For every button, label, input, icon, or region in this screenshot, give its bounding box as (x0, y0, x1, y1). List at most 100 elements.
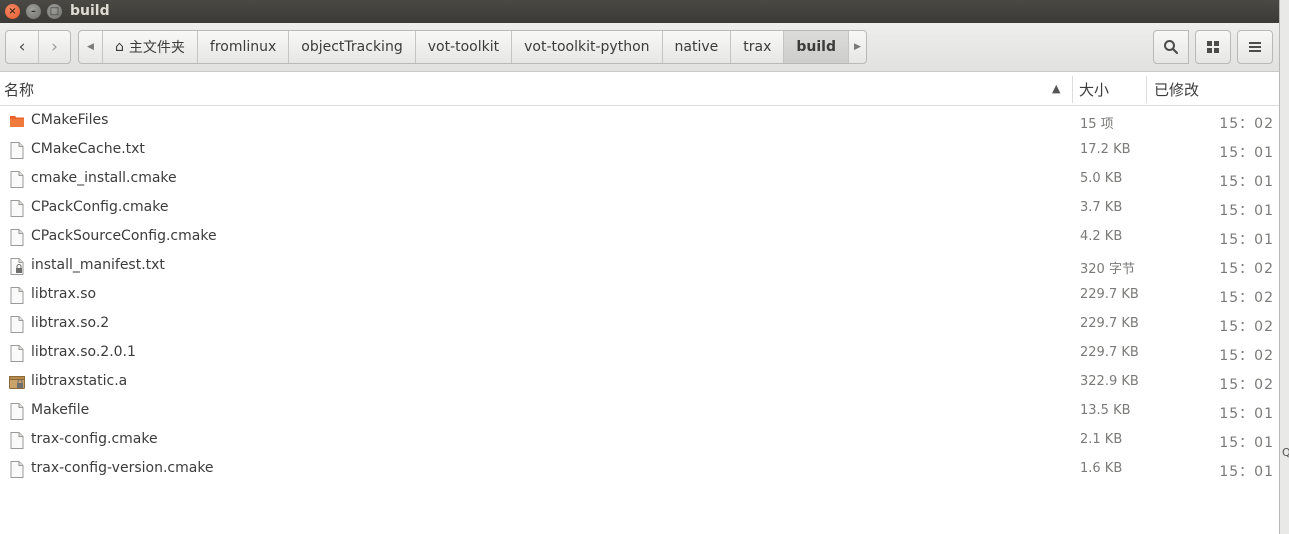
list-item[interactable]: libtrax.so.2 229.7 KB 15：02 (0, 309, 1280, 338)
minimize-button[interactable]: – (26, 4, 41, 19)
list-item[interactable]: libtrax.so 229.7 KB 15：02 (0, 280, 1280, 309)
window-title: build (70, 3, 110, 19)
view-toggle-button[interactable] (1195, 30, 1231, 64)
path-scroll-right-button[interactable]: ▶ (847, 31, 866, 63)
column-header-modified[interactable]: 已修改 (1154, 73, 1199, 106)
chevron-right-icon: ▶ (854, 42, 861, 52)
file-name: install_manifest.txt (31, 257, 165, 273)
view-grid-icon (1207, 41, 1219, 53)
list-item[interactable]: CPackSourceConfig.cmake 4.2 KB 15：01 (0, 222, 1280, 251)
file-size: 320 字节 (1080, 262, 1135, 277)
list-item[interactable]: Makefile 13.5 KB 15：01 (0, 396, 1280, 425)
sort-ascending-icon: ▲ (1052, 82, 1061, 95)
file-name: CPackConfig.cmake (31, 199, 169, 215)
menu-icon (1249, 42, 1261, 52)
minimize-icon: – (31, 5, 36, 17)
list-item[interactable]: libtraxstatic.a 322.9 KB 15：02 (0, 367, 1280, 396)
folder-icon (10, 116, 24, 127)
menu-button[interactable] (1237, 30, 1273, 64)
text-file-icon (10, 432, 24, 449)
file-size: 322.9 KB (1080, 374, 1139, 389)
file-size: 3.7 KB (1080, 200, 1123, 215)
forward-button[interactable]: › (38, 31, 70, 63)
file-name: Makefile (31, 402, 90, 418)
file-name: cmake_install.cmake (31, 170, 177, 186)
close-icon: × (8, 5, 17, 17)
file-modified: 15：02 (1219, 290, 1274, 306)
breadcrumb: ◀ ⌂ 主文件夹 fromlinux objectTracking vot-to… (78, 30, 867, 64)
file-modified: 15：02 (1219, 261, 1274, 277)
list-item[interactable]: libtrax.so.2.0.1 229.7 KB 15：02 (0, 338, 1280, 367)
breadcrumb-fromlinux[interactable]: fromlinux (198, 31, 290, 63)
file-name: libtrax.so (31, 286, 97, 302)
breadcrumb-vot-toolkit[interactable]: vot-toolkit (416, 31, 513, 63)
breadcrumb-label: 主文件夹 (128, 40, 185, 56)
file-size: 15 项 (1080, 117, 1114, 132)
file-modified: 15：02 (1219, 377, 1274, 393)
column-divider[interactable] (1146, 76, 1147, 103)
list-item[interactable]: CMakeCache.txt 17.2 KB 15：01 (0, 135, 1280, 164)
file-name: trax-config.cmake (31, 431, 158, 447)
file-modified: 15：01 (1219, 174, 1274, 190)
column-header-name[interactable]: 名称 (4, 73, 1070, 106)
file-size: 4.2 KB (1080, 229, 1123, 244)
search-icon (1164, 40, 1179, 55)
breadcrumb-home[interactable]: ⌂ 主文件夹 (103, 31, 198, 63)
forward-arrow-icon: › (51, 37, 58, 57)
file-name: libtrax.so.2 (31, 315, 110, 331)
navigation-buttons: ‹ › (5, 30, 71, 64)
locked-file-icon (10, 258, 24, 275)
chevron-left-icon: ◀ (87, 42, 94, 52)
file-size: 1.6 KB (1080, 461, 1123, 476)
file-size: 229.7 KB (1080, 287, 1139, 302)
search-button[interactable] (1153, 30, 1189, 64)
file-name: libtraxstatic.a (31, 373, 128, 389)
file-size: 229.7 KB (1080, 316, 1139, 331)
text-file-icon (10, 287, 24, 304)
file-modified: 15：01 (1219, 464, 1274, 480)
maximize-icon: □ (49, 5, 60, 17)
file-modified: 15：01 (1219, 145, 1274, 161)
text-file-icon (10, 200, 24, 217)
file-name: libtrax.so.2.0.1 (31, 344, 136, 360)
list-header: 名称 ▲ 大小 已修改 (0, 73, 1280, 106)
path-scroll-left-button[interactable]: ◀ (79, 31, 103, 63)
text-file-icon (10, 345, 24, 362)
list-item[interactable]: CMakeFiles 15 项 15：02 (0, 106, 1280, 135)
list-item[interactable]: cmake_install.cmake 5.0 KB 15：01 (0, 164, 1280, 193)
file-modified: 15：01 (1219, 203, 1274, 219)
text-file-icon (10, 142, 24, 159)
title-bar[interactable]: × – □ build (0, 0, 1280, 23)
file-modified: 15：02 (1219, 319, 1274, 335)
list-item[interactable]: install_manifest.txt 320 字节 15：02 (0, 251, 1280, 280)
file-name: trax-config-version.cmake (31, 460, 214, 476)
file-manager-window: × – □ build ‹ › ◀ ⌂ 主文件夹 fromlinux objec… (0, 0, 1280, 534)
maximize-button[interactable]: □ (47, 4, 62, 19)
file-list: CMakeFiles 15 项 15：02 CMakeCache.txt 17.… (0, 106, 1280, 483)
background-window-text: Qt (1282, 446, 1289, 459)
breadcrumb-objecttracking[interactable]: objectTracking (289, 31, 416, 63)
list-item[interactable]: CPackConfig.cmake 3.7 KB 15：01 (0, 193, 1280, 222)
column-divider[interactable] (1072, 76, 1073, 103)
text-file-icon (10, 316, 24, 333)
column-header-size[interactable]: 大小 (1079, 73, 1109, 106)
text-file-icon (10, 461, 24, 478)
list-item[interactable]: trax-config.cmake 2.1 KB 15：01 (0, 425, 1280, 454)
breadcrumb-trax[interactable]: trax (731, 31, 785, 63)
breadcrumb-native[interactable]: native (663, 31, 732, 63)
list-item[interactable]: trax-config-version.cmake 1.6 KB 15：01 (0, 454, 1280, 483)
file-modified: 15：01 (1219, 232, 1274, 248)
text-file-icon (10, 229, 24, 246)
archive-icon (9, 376, 25, 389)
toolbar: ‹ › ◀ ⌂ 主文件夹 fromlinux objectTracking vo… (0, 23, 1280, 72)
breadcrumb-build[interactable]: build (784, 31, 848, 63)
back-arrow-icon: ‹ (18, 37, 26, 57)
file-size: 5.0 KB (1080, 171, 1123, 186)
file-size: 229.7 KB (1080, 345, 1139, 360)
close-button[interactable]: × (5, 4, 20, 19)
file-modified: 15：02 (1219, 116, 1274, 132)
file-size: 17.2 KB (1080, 142, 1131, 157)
file-name: CMakeFiles (31, 112, 109, 128)
breadcrumb-vot-toolkit-python[interactable]: vot-toolkit-python (512, 31, 663, 63)
back-button[interactable]: ‹ (6, 31, 38, 63)
